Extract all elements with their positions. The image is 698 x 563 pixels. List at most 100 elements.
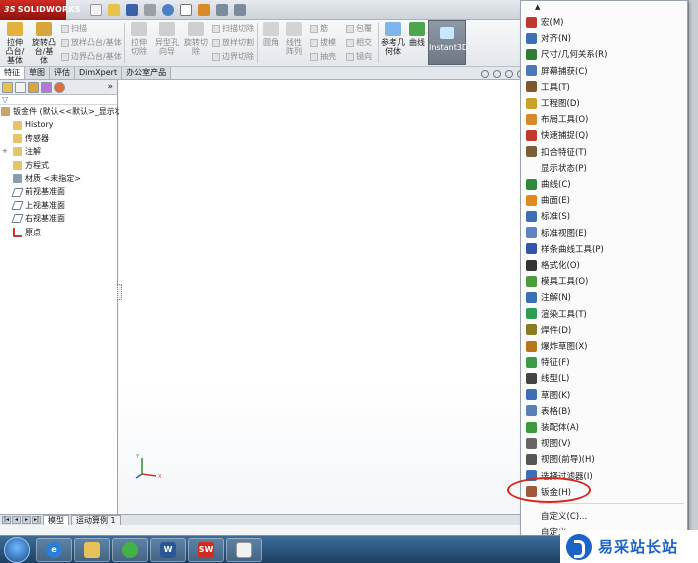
revolved-cut-button[interactable]: 旋转切除 <box>184 22 208 56</box>
menu-item[interactable]: 表格(B) <box>522 403 686 419</box>
lofted-cut-item[interactable]: 放样切割 <box>212 36 254 50</box>
undo-icon[interactable] <box>162 4 174 16</box>
tree-item-material[interactable]: 材质 <未指定> <box>0 172 117 185</box>
tree-item-top-plane[interactable]: 上视基准面 <box>0 199 117 212</box>
tree-item-history[interactable]: History <box>0 118 117 131</box>
menu-item[interactable]: 草图(K) <box>522 387 686 403</box>
tab-evaluate[interactable]: 评估 <box>50 67 75 79</box>
tree-item-right-plane[interactable]: 右视基准面 <box>0 212 117 225</box>
menu-item[interactable]: 标准视图(E) <box>522 225 686 241</box>
filter-icon[interactable]: ▽ <box>0 95 117 105</box>
menu-item[interactable]: 模具工具(O) <box>522 273 686 289</box>
dimxpert-manager-tab-icon[interactable] <box>41 81 52 93</box>
menu-item[interactable]: 曲面(E) <box>522 192 686 208</box>
menu-item[interactable]: 宏(M) <box>522 14 686 30</box>
mirror-item[interactable]: 镜向 <box>346 50 372 64</box>
panel-expand-icon[interactable]: » <box>107 82 113 92</box>
panel-splitter[interactable] <box>117 284 122 300</box>
configuration-manager-tab-icon[interactable] <box>28 81 39 93</box>
boundary-boss-item[interactable]: 边界凸台/基体 <box>61 50 122 64</box>
tab-sketch[interactable]: 草图 <box>25 67 50 79</box>
motion-study-tab[interactable]: 运动算例 1 <box>71 515 121 525</box>
menu-item[interactable]: 特征(F) <box>522 354 686 370</box>
new-document-icon[interactable] <box>90 4 102 16</box>
sweep-boss-item[interactable]: 扫描 <box>61 22 122 36</box>
save-icon[interactable] <box>126 4 138 16</box>
menu-item[interactable]: 注解(N) <box>522 289 686 305</box>
tree-item-sensors[interactable]: 传感器 <box>0 132 117 145</box>
swept-cut-item[interactable]: 扫描切除 <box>212 22 254 36</box>
scroll-up-icon[interactable]: ▲ <box>535 3 540 11</box>
menu-item[interactable]: 视图(前导)(H) <box>522 451 686 467</box>
expand-icon[interactable]: + <box>0 145 9 158</box>
instant3d-button[interactable]: Instant3D <box>428 20 468 65</box>
taskbar-word[interactable]: W <box>150 538 186 562</box>
tree-item-equations[interactable]: 方程式 <box>0 159 117 172</box>
menu-item[interactable]: 工程图(D) <box>522 95 686 111</box>
menu-item[interactable]: 对齐(N) <box>522 30 686 46</box>
hole-wizard-button[interactable]: 异型孔向导 <box>154 22 180 56</box>
graphics-area[interactable] <box>119 80 520 514</box>
menu-item[interactable]: 布局工具(O) <box>522 111 686 127</box>
zoom-area-icon[interactable] <box>493 70 501 78</box>
boundary-cut-item[interactable]: 边界切除 <box>212 50 254 64</box>
menu-item[interactable]: 尺寸/几何关系(R) <box>522 46 686 62</box>
menu-item[interactable]: 标准(S) <box>522 208 686 224</box>
menu-item[interactable]: 样条曲线工具(P) <box>522 241 686 257</box>
next-tab-icon[interactable]: ▸ <box>22 516 31 524</box>
taskbar-ie[interactable]: e <box>36 538 72 562</box>
display-manager-tab-icon[interactable] <box>54 81 65 93</box>
start-button[interactable] <box>4 537 30 563</box>
menu-item[interactable]: 扣合特征(T) <box>522 144 686 160</box>
taskbar-explorer[interactable] <box>74 538 110 562</box>
revolved-boss-button[interactable]: 旋转凸台/基体 <box>31 22 57 65</box>
extruded-cut-button[interactable]: 拉伸切除 <box>128 22 150 56</box>
print-icon[interactable] <box>144 4 156 16</box>
taskbar-solidworks[interactable]: SW <box>188 538 224 562</box>
shell-item[interactable]: 抽壳 <box>310 50 336 64</box>
open-folder-icon[interactable] <box>108 4 120 16</box>
draft-item[interactable]: 拔模 <box>310 36 336 50</box>
wrap-item[interactable]: 包覆 <box>346 22 372 36</box>
menu-item[interactable]: 曲线(C) <box>522 176 686 192</box>
tree-item-annotations[interactable]: + 注解 <box>0 145 117 158</box>
model-tab[interactable]: 模型 <box>43 515 69 525</box>
rebuild-icon[interactable] <box>198 4 210 16</box>
menu-item[interactable]: 爆炸草图(X) <box>522 338 686 354</box>
last-tab-icon[interactable]: ▸| <box>32 516 41 524</box>
tab-features[interactable]: 特征 <box>0 67 25 79</box>
customize-menu-item[interactable]: 自定义(C)... <box>522 508 686 524</box>
menu-item[interactable]: 焊件(D) <box>522 322 686 338</box>
menu-item[interactable]: 线型(L) <box>522 370 686 386</box>
menu-item[interactable]: 显示状态(P) <box>522 160 686 176</box>
solidworks-logo[interactable]: 3S SOLIDWORKS <box>0 0 81 20</box>
property-manager-tab-icon[interactable] <box>15 81 26 93</box>
taskbar-paint[interactable] <box>226 538 262 562</box>
intersect-item[interactable]: 相交 <box>346 36 372 50</box>
menu-item[interactable]: 视图(V) <box>522 435 686 451</box>
zoom-to-fit-icon[interactable] <box>481 70 489 78</box>
taskbar-wechat[interactable] <box>112 538 148 562</box>
tab-office-products[interactable]: 办公室产品 <box>122 67 172 79</box>
menu-item[interactable]: 装配体(A) <box>522 419 686 435</box>
extruded-boss-button[interactable]: 拉伸凸台/基体 <box>4 22 26 65</box>
reference-geometry-button[interactable]: 参考几何体 <box>381 22 405 56</box>
options-icon[interactable] <box>234 4 246 16</box>
prev-tab-icon[interactable]: ◂ <box>12 516 21 524</box>
menu-item[interactable]: 格式化(O) <box>522 257 686 273</box>
previous-view-icon[interactable] <box>505 70 513 78</box>
loft-boss-item[interactable]: 放样凸台/基体 <box>61 36 122 50</box>
tree-root[interactable]: 钣金件 (默认<<默认>_显示状 <box>0 105 123 118</box>
file-properties-icon[interactable] <box>216 4 228 16</box>
menu-item[interactable]: 渲染工具(T) <box>522 306 686 322</box>
curves-button[interactable]: 曲线 <box>408 22 426 47</box>
linear-pattern-button[interactable]: 线性阵列 <box>283 22 305 56</box>
fillet-button[interactable]: 圆角 <box>260 22 282 47</box>
tab-dimxpert[interactable]: DimXpert <box>75 67 123 79</box>
select-arrow-icon[interactable] <box>180 4 192 16</box>
menu-item[interactable]: 屏幕捕获(C) <box>522 63 686 79</box>
rib-item[interactable]: 筋 <box>310 22 336 36</box>
menu-item[interactable]: 快速捕捉(Q) <box>522 127 686 143</box>
tree-item-front-plane[interactable]: 前视基准面 <box>0 185 117 198</box>
feature-manager-tab-icon[interactable] <box>2 81 13 93</box>
